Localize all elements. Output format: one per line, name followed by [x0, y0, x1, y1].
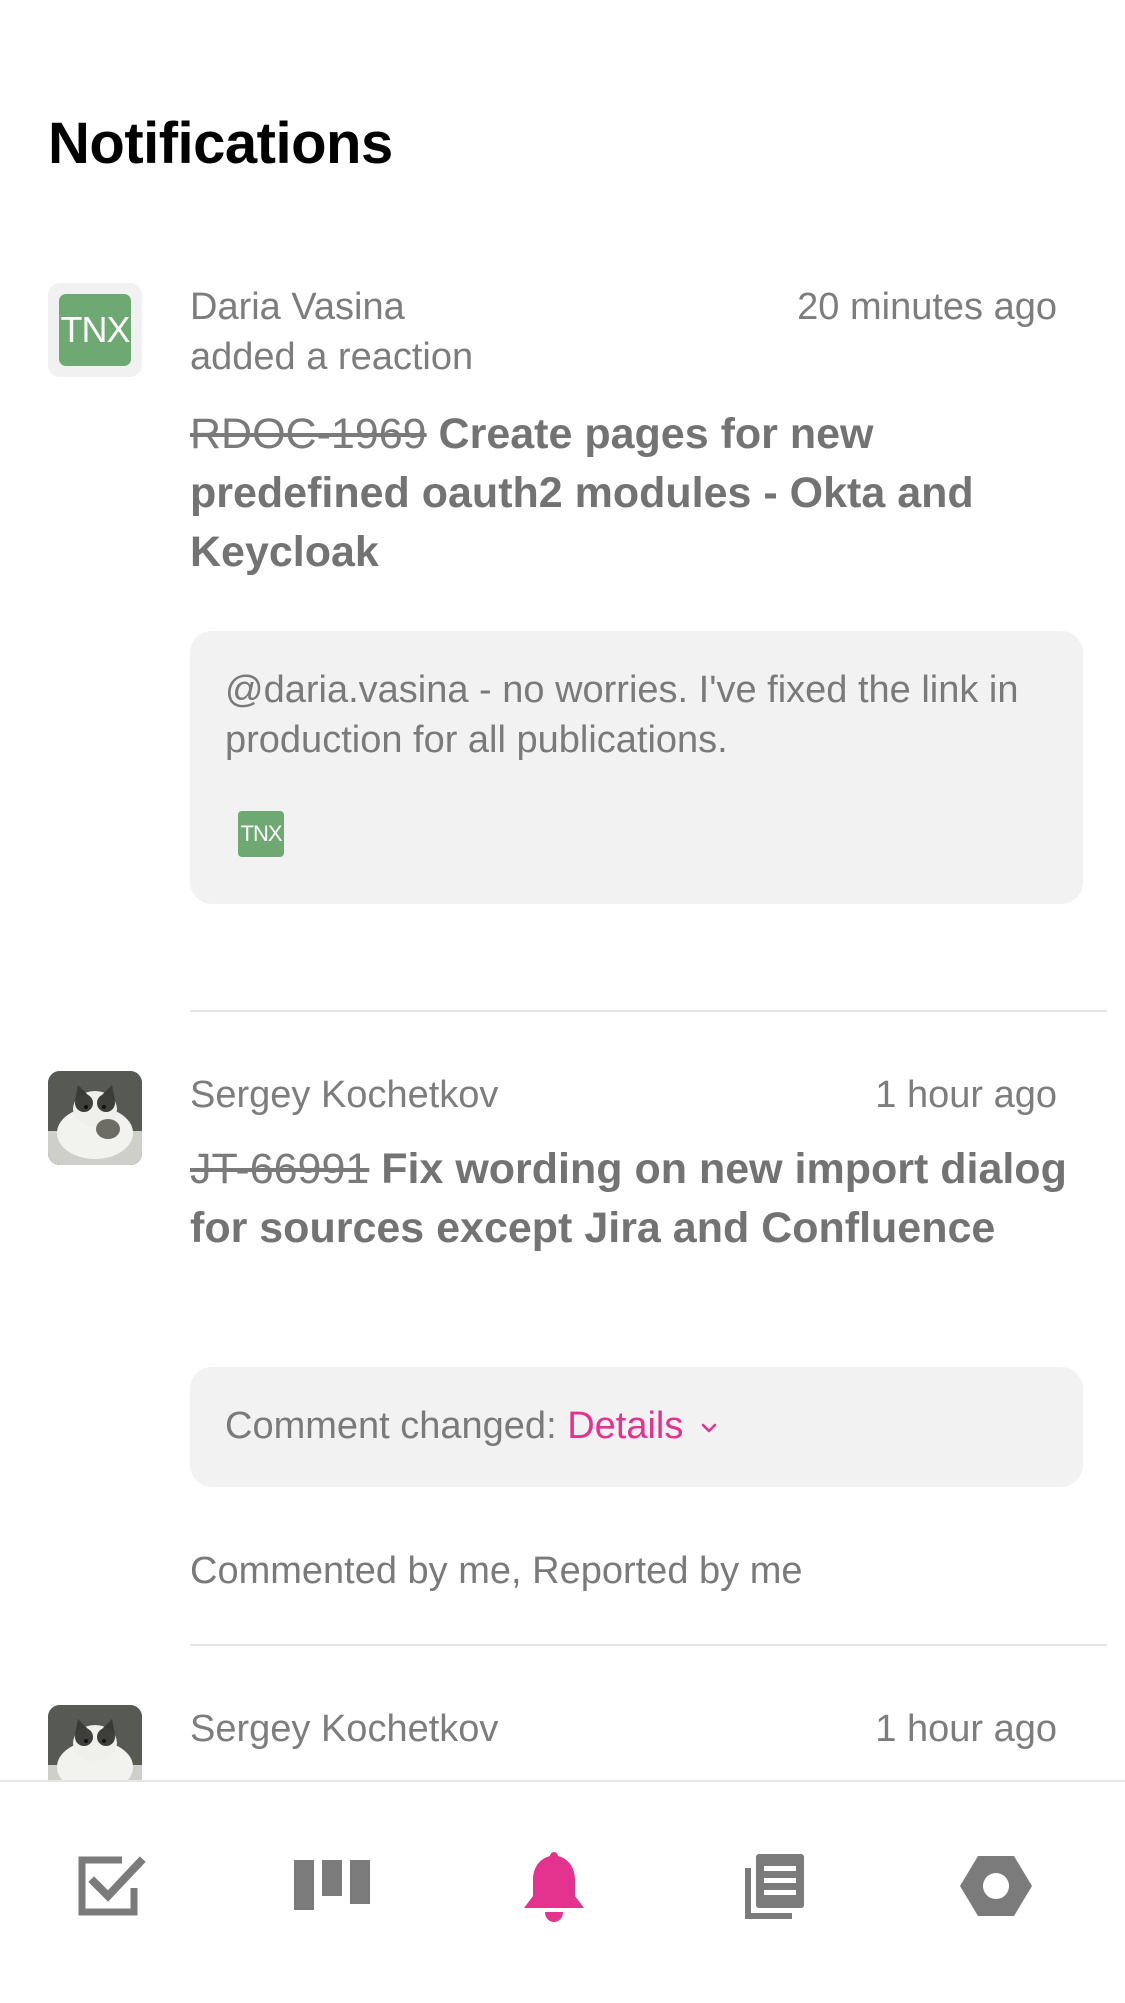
knowledge-base-icon	[745, 1854, 804, 1919]
cat-photo-avatar-icon	[48, 1071, 142, 1165]
tab-issues[interactable]	[72, 1846, 152, 1926]
page-title: Notifications	[48, 111, 393, 176]
tab-settings[interactable]	[956, 1846, 1036, 1926]
tab-agile-boards[interactable]	[292, 1846, 372, 1926]
issue-id: JT-66991	[190, 1145, 370, 1193]
notification-author: Sergey Kochetkov	[190, 1708, 499, 1750]
notification-time: 20 minutes ago	[797, 286, 1057, 328]
issue-id: RDOC-1969	[190, 410, 427, 458]
issue-link[interactable]: JT-66991 Fix wording on new import dialo…	[190, 1140, 1070, 1258]
change-summary: Comment changed: Details	[225, 1400, 719, 1452]
tab-knowledge-base[interactable]	[734, 1846, 814, 1926]
notification-author: Daria Vasina	[190, 286, 405, 328]
notification-reasons: Commented by me, Reported by me	[190, 1550, 803, 1592]
notification-action: added a reaction	[190, 336, 474, 378]
issue-link[interactable]: RDOC-1969 Create pages for new predefine…	[190, 405, 1070, 582]
bottom-tab-bar	[0, 1780, 1125, 2003]
notification-time: 1 hour ago	[875, 1708, 1057, 1750]
details-label: Details	[567, 1405, 684, 1447]
notification-time: 1 hour ago	[875, 1074, 1057, 1116]
details-toggle[interactable]: Details	[567, 1405, 719, 1447]
divider	[190, 1010, 1107, 1012]
checkbox-icon	[78, 1856, 146, 1916]
notification-author: Sergey Kochetkov	[190, 1074, 499, 1116]
avatar[interactable]	[48, 1705, 142, 1780]
comment-text: @daria.vasina - no worries. I've fixed t…	[225, 669, 1019, 761]
agile-board-icon	[294, 1860, 370, 1910]
reaction-badge: TNX	[238, 811, 284, 857]
change-card: Comment changed: Details	[190, 1367, 1083, 1487]
tnx-avatar-badge: TNX	[59, 294, 131, 366]
cat-photo-avatar-icon	[48, 1705, 142, 1780]
comment-card: @daria.vasina - no worries. I've fixed t…	[190, 631, 1083, 904]
bell-icon	[524, 1852, 584, 1922]
tab-notifications[interactable]	[514, 1846, 594, 1926]
chevron-down-icon	[702, 1423, 717, 1433]
avatar[interactable]	[48, 1071, 142, 1165]
divider	[190, 1644, 1107, 1646]
avatar[interactable]: TNX	[48, 283, 142, 377]
hexagon-settings-icon	[960, 1856, 1032, 1916]
change-label: Comment changed:	[225, 1405, 557, 1447]
